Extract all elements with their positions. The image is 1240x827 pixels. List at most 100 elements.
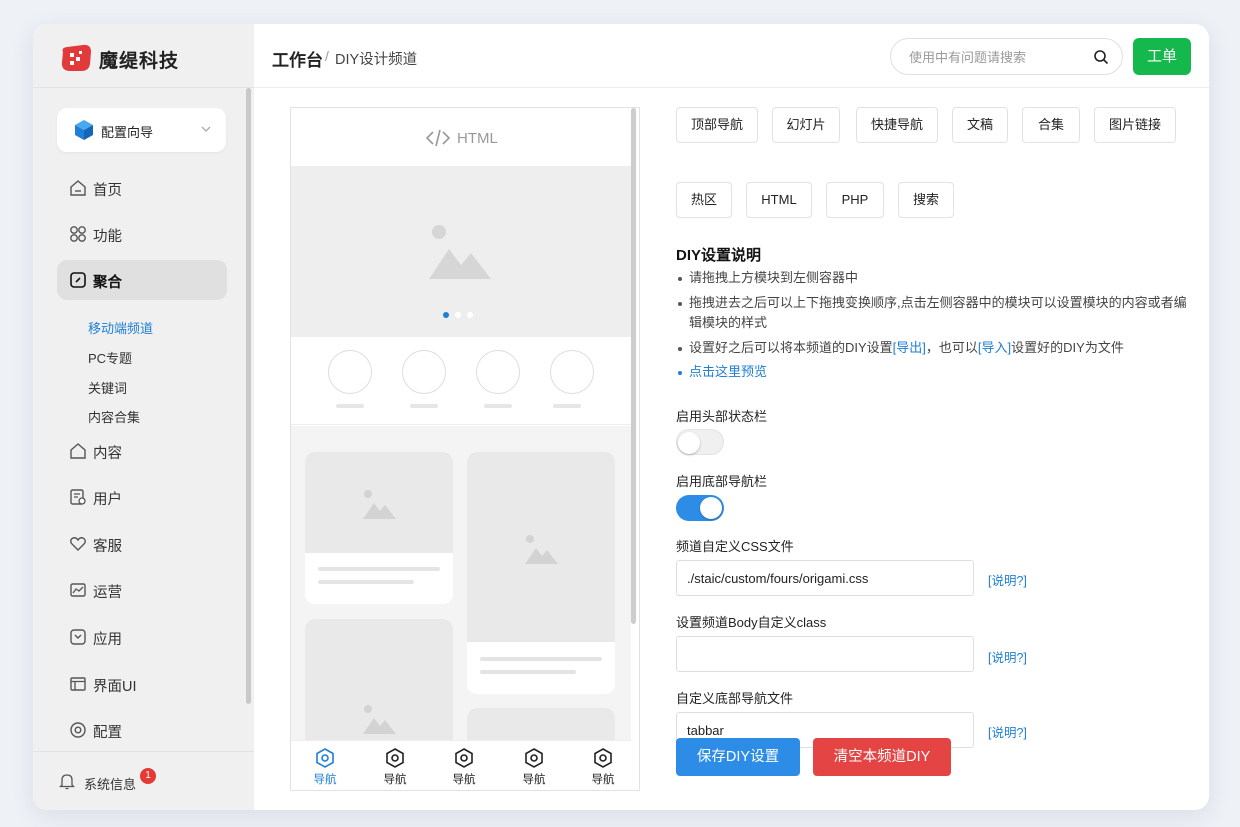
sidebar-item-users[interactable]: 用户 [57,477,227,517]
chevron-down-icon [201,126,211,132]
main-content: HTML 导航 导航 导航 导航 导航 顶部导航 幻灯片 快捷导航 文稿 合集 … [254,89,1209,810]
search-input[interactable] [909,48,1089,66]
sidebar-subitem-keywords[interactable]: 关键词 [88,378,127,397]
module-hotspot-button[interactable]: 热区 [676,182,732,218]
tabbar-item-label: 导航 [313,774,337,786]
sidebar-subitem-content-collection[interactable]: 内容合集 [88,407,140,426]
instructions-title: DIY设置说明 [676,247,762,264]
aggregate-icon [70,272,86,288]
notification-badge: 1 [140,768,156,784]
sidebar-item-label: 运营 [93,585,122,601]
tabbar-item[interactable]: 导航 [434,741,494,790]
heart-icon [70,537,86,551]
tabbar-item[interactable]: 导航 [365,741,425,790]
hexagon-icon [594,748,612,768]
sidebar-item-label: 界面UI [93,679,137,695]
instruction-item: 拖拽进去之后可以上下拖拽变换顺序,点击左侧容器中的模块可以设置模块的内容或者编辑… [676,293,1187,333]
body-class-input[interactable] [676,636,974,672]
hexagon-icon [525,748,543,768]
css-help-link[interactable]: [说明?] [988,570,1027,589]
app-window: 魔缇科技 配置向导 首页 功能 聚合 移动端频道 PC专题 关键词 内容合集 内… [33,24,1209,810]
css-file-label: 频道自定义CSS文件 [676,539,794,554]
diy-preview-container[interactable]: HTML 导航 导航 导航 导航 导航 [290,107,640,791]
config-wizard-select[interactable]: 配置向导 [57,108,226,152]
system-info[interactable]: 系统信息 1 [33,751,254,810]
sidebar-item-label: 聚合 [93,275,122,291]
sidebar-item-settings[interactable]: 配置 [57,710,227,750]
preview-quick-nav[interactable] [291,337,631,425]
page-title: DIY设计频道 [335,52,418,68]
nav-file-help-link[interactable]: [说明?] [988,722,1027,741]
breadcrumb-separator: / [325,48,329,64]
ticket-button[interactable]: 工单 [1133,38,1191,75]
tabbar-item[interactable]: 导航 [504,741,564,790]
module-search-button[interactable]: 搜索 [898,182,954,218]
module-php-button[interactable]: PHP [826,182,884,218]
save-diy-button[interactable]: 保存DIY设置 [676,738,800,776]
sidebar-item-content[interactable]: 内容 [57,431,227,471]
search-icon[interactable] [1093,49,1109,65]
import-link[interactable]: [导入] [978,340,1011,355]
tabbar-item-label: 导航 [452,774,476,786]
preview-html-module[interactable]: HTML [291,108,631,167]
module-article-button[interactable]: 文稿 [952,107,1008,143]
sidebar-item-operations[interactable]: 运营 [57,570,227,610]
sidebar-subitem-mobile-channel[interactable]: 移动端频道 [88,318,153,337]
sidebar-scrollbar[interactable] [246,88,251,704]
tabbar-item[interactable]: 导航 [295,741,355,790]
module-html-button[interactable]: HTML [746,182,812,218]
header: 工作台 / DIY设计频道 工单 [254,24,1209,88]
sidebar-item-features[interactable]: 功能 [57,214,227,254]
tabbar-item-label: 导航 [522,774,546,786]
module-top-nav-button[interactable]: 顶部导航 [676,107,758,143]
module-slideshow-button[interactable]: 幻灯片 [772,107,840,143]
layout-icon [70,677,86,691]
bell-icon [59,774,75,790]
tabbar-item[interactable]: 导航 [573,741,633,790]
sidebar-item-support[interactable]: 客服 [57,524,227,564]
css-file-input[interactable] [676,560,974,596]
preview-tabbar[interactable]: 导航 导航 导航 导航 导航 [291,740,633,790]
module-collection-button[interactable]: 合集 [1022,107,1080,143]
body-class-help-link[interactable]: [说明?] [988,647,1027,666]
sidebar: 魔缇科技 配置向导 首页 功能 聚合 移动端频道 PC专题 关键词 内容合集 内… [33,24,254,810]
sidebar-item-aggregate[interactable]: 聚合 [57,260,227,300]
article-card [305,619,453,749]
sidebar-item-label: 功能 [93,229,122,245]
article-card [305,452,453,604]
module-quick-nav-button[interactable]: 快捷导航 [856,107,938,143]
sidebar-item-home[interactable]: 首页 [57,168,227,208]
hexagon-icon [455,748,473,768]
module-image-link-button[interactable]: 图片链接 [1094,107,1176,143]
instruction-item: 设置好之后可以将本频道的DIY设置[导出]，也可以[导入]设置好的DIY为文件 [676,338,1186,358]
logo[interactable]: 魔缇科技 [33,24,254,88]
tabbar-item-label: 导航 [383,774,407,786]
clear-diy-button[interactable]: 清空本频道DIY [813,738,951,776]
preview-link[interactable]: 点击这里预览 [689,362,1189,382]
header-bar-label: 启用头部状态栏 [676,409,768,424]
preview-article-grid[interactable] [291,426,631,768]
preview-slideshow[interactable] [291,167,631,337]
chart-icon [70,583,86,597]
config-wizard-label: 配置向导 [101,125,154,140]
quick-nav-item [402,350,446,394]
home-icon [70,180,86,196]
brand-logo-icon [61,44,91,71]
preview-scrollbar[interactable] [630,108,637,790]
quick-nav-item [476,350,520,394]
bottom-nav-toggle[interactable] [676,495,724,521]
instruction-item: 请拖拽上方模块到左侧容器中 [676,268,1186,288]
export-link[interactable]: [导出] [893,340,926,355]
preview-html-label: HTML [457,130,498,147]
image-placeholder-icon [525,535,558,564]
hexagon-icon [316,748,334,768]
sidebar-item-label: 客服 [93,539,122,555]
hexagon-icon [386,748,404,768]
image-placeholder-icon [429,225,491,279]
sidebar-subitem-pc-topic[interactable]: PC专题 [88,348,132,367]
header-bar-toggle[interactable] [676,429,724,455]
sidebar-item-ui[interactable]: 界面UI [57,664,227,704]
search-box[interactable] [890,38,1123,75]
sidebar-item-apps[interactable]: 应用 [57,617,227,657]
breadcrumb-workbench[interactable]: 工作台 [272,46,323,71]
